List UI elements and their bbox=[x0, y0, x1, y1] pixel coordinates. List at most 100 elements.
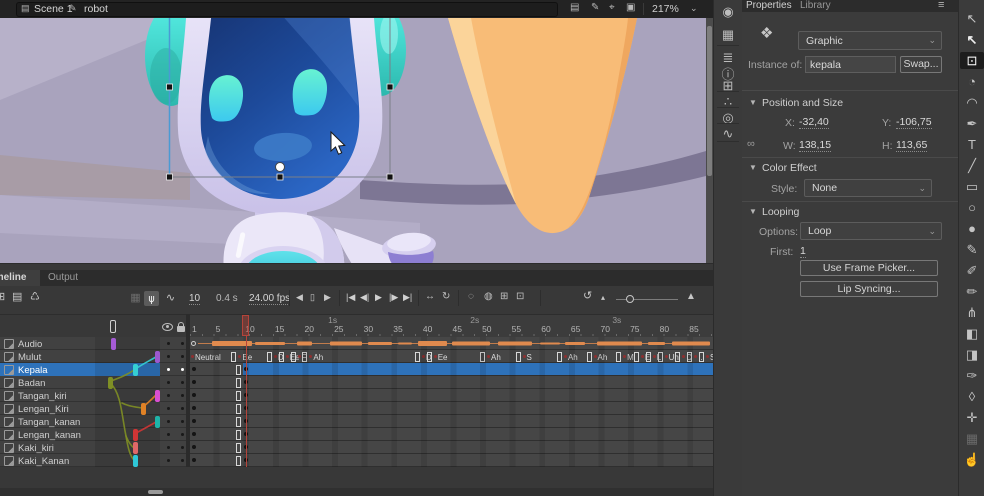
layer-lock-dot[interactable] bbox=[181, 342, 184, 345]
motion-editor-panel-icon[interactable]: ∿ bbox=[714, 126, 742, 142]
subselection-tool[interactable]: ↖ bbox=[960, 31, 984, 48]
layer-lock-dot[interactable] bbox=[181, 394, 184, 397]
looping-header[interactable]: Looping bbox=[762, 206, 799, 218]
tab-properties[interactable]: Properties bbox=[746, 1, 792, 11]
tab-library[interactable]: Library bbox=[800, 1, 831, 11]
asset-warp-tool[interactable]: ✛ bbox=[960, 409, 984, 426]
lip-syncing-button[interactable]: Lip Syncing... bbox=[800, 281, 938, 297]
color-panel-icon[interactable]: ◉ bbox=[714, 4, 742, 20]
panel-menu-icon[interactable]: ≡ bbox=[938, 0, 944, 11]
delete-layer-button[interactable]: ♺ bbox=[30, 292, 40, 303]
onion-skin-button[interactable]: ◌ bbox=[468, 292, 474, 302]
frame-row[interactable] bbox=[190, 363, 713, 376]
hand-tool[interactable]: ☝ bbox=[960, 451, 984, 468]
layer-name[interactable]: Lengan_kanan bbox=[18, 430, 81, 441]
frame-row[interactable] bbox=[190, 376, 713, 389]
loop-range-right-button[interactable]: ▶ bbox=[324, 293, 331, 302]
center-stage-button[interactable]: ⌖ bbox=[609, 3, 615, 13]
position-size-header[interactable]: Position and Size bbox=[762, 97, 843, 109]
layer-visibility-dot[interactable] bbox=[167, 433, 170, 436]
ink-bottle-tool[interactable]: ◨ bbox=[960, 346, 984, 363]
collapse-arrow-icon[interactable]: ▼ bbox=[749, 99, 757, 107]
loop-range-button[interactable]: ▯ bbox=[310, 293, 315, 302]
gradient-transform-tool[interactable]: ◔ bbox=[960, 73, 984, 90]
free-transform-tool[interactable]: ⊡ bbox=[960, 52, 984, 69]
color-effect-header[interactable]: Color Effect bbox=[762, 162, 817, 174]
layer-name[interactable]: Kepala bbox=[18, 365, 48, 376]
motion-editor-button[interactable]: ∿ bbox=[163, 291, 178, 306]
layer-name[interactable]: Audio bbox=[18, 339, 42, 350]
frame-row[interactable]: NeutralEeDEeFAhDEeAhSAhAhMELUhD..S bbox=[190, 350, 713, 363]
timeline-zoom-slider-knob[interactable] bbox=[626, 295, 634, 303]
layer-name[interactable]: Mulut bbox=[18, 352, 41, 363]
collapse-arrow-icon[interactable]: ▼ bbox=[749, 208, 757, 216]
lasso-tool[interactable]: ◠ bbox=[960, 94, 984, 111]
frame-row[interactable] bbox=[190, 441, 713, 454]
loop-playback-button[interactable]: ↻ bbox=[442, 292, 450, 302]
line-tool[interactable]: ╱ bbox=[960, 157, 984, 174]
layer-name[interactable]: Kaki_kiri bbox=[18, 443, 54, 454]
go-to-last-frame-button[interactable]: ▶| bbox=[403, 293, 412, 302]
playhead-marker[interactable] bbox=[242, 315, 249, 336]
step-forward-button[interactable]: |▶ bbox=[389, 293, 398, 302]
layer-visibility-dot[interactable] bbox=[167, 342, 170, 345]
frame-rate-value[interactable]: 24.00 fps bbox=[249, 294, 290, 305]
layer-name[interactable]: Kaki_Kanan bbox=[18, 456, 69, 467]
layer-visibility-dot[interactable] bbox=[167, 368, 170, 371]
new-folder-button[interactable]: ▤ bbox=[12, 292, 22, 303]
selected-frame-span[interactable] bbox=[243, 363, 713, 375]
link-width-height-icon[interactable]: ∞ bbox=[747, 139, 755, 150]
timeline-zoom-in-button[interactable]: ▲ bbox=[686, 292, 696, 302]
clip-content-button[interactable]: ▣ bbox=[626, 3, 635, 13]
layer-lock-dot[interactable] bbox=[181, 381, 184, 384]
x-value[interactable]: -32,40 bbox=[799, 117, 829, 129]
style-dropdown[interactable]: None ⌄ bbox=[804, 179, 932, 197]
layer-name[interactable]: Lengan_Kiri bbox=[18, 404, 69, 415]
first-frame-value[interactable]: 1 bbox=[800, 246, 806, 258]
go-to-first-frame-button[interactable]: |◀ bbox=[346, 293, 355, 302]
playhead-line[interactable] bbox=[246, 336, 248, 467]
collapse-arrow-icon[interactable]: ▼ bbox=[749, 164, 757, 172]
fluid-brush-tool[interactable]: ✏ bbox=[960, 283, 984, 300]
h-value[interactable]: 113,65 bbox=[896, 140, 927, 152]
play-button[interactable]: ▶ bbox=[375, 293, 382, 302]
zoom-level-chevron-icon[interactable]: ⌄ bbox=[690, 4, 698, 13]
rectangle-tool[interactable]: ▭ bbox=[960, 178, 984, 195]
eraser-tool[interactable]: ◊ bbox=[960, 388, 984, 405]
layer-lock-dot[interactable] bbox=[181, 446, 184, 449]
frame-row[interactable] bbox=[190, 337, 713, 350]
current-frame-value[interactable]: 10 bbox=[189, 294, 200, 305]
frame-row[interactable] bbox=[190, 415, 713, 428]
add-camera-button[interactable]: ▦ bbox=[128, 291, 143, 306]
primitive-oval-tool[interactable]: ● bbox=[960, 220, 984, 237]
classic-brush-tool[interactable]: ✐ bbox=[960, 262, 984, 279]
frame-row[interactable] bbox=[190, 402, 713, 415]
show-hide-all-icon[interactable] bbox=[162, 323, 173, 331]
camera-tool[interactable]: ▦ bbox=[960, 430, 984, 447]
timeline-horizontal-scrollbar-thumb[interactable] bbox=[148, 490, 163, 494]
oval-tool[interactable]: ○ bbox=[960, 199, 984, 216]
timeline-zoom-out-button[interactable]: ▴ bbox=[601, 294, 605, 302]
bone-tool[interactable]: ⋔ bbox=[960, 304, 984, 321]
layer-visibility-dot[interactable] bbox=[167, 381, 170, 384]
edit-symbols-button[interactable]: ✎ bbox=[591, 3, 599, 13]
layer-lock-dot[interactable] bbox=[181, 433, 184, 436]
modify-markers-button[interactable]: ⊡ bbox=[516, 292, 524, 302]
tab-timeline[interactable]: Timeline bbox=[0, 270, 40, 286]
layer-lock-dot[interactable] bbox=[181, 407, 184, 410]
reset-timeline-zoom-button[interactable]: ↺ bbox=[583, 291, 592, 302]
y-value[interactable]: -106,75 bbox=[896, 117, 932, 129]
layer-lock-dot[interactable] bbox=[181, 355, 184, 358]
timeline-rows[interactable]: NeutralEeDEeFAhDEeAhSAhAhMELUhD..S bbox=[190, 337, 713, 467]
onion-skin-outlines-button[interactable]: ◍ bbox=[484, 292, 493, 302]
pen-tool[interactable]: ✒ bbox=[960, 115, 984, 132]
paint-bucket-tool[interactable]: ◧ bbox=[960, 325, 984, 342]
layer-visibility-dot[interactable] bbox=[167, 420, 170, 423]
instance-name-field[interactable]: kepala bbox=[805, 56, 896, 73]
frame-row[interactable] bbox=[190, 389, 713, 402]
layer-name[interactable]: Tangan_kanan bbox=[18, 417, 80, 428]
lock-all-icon[interactable] bbox=[177, 326, 185, 332]
canvas-vertical-scrollbar-thumb[interactable] bbox=[707, 26, 712, 176]
layer-name[interactable]: Badan bbox=[18, 378, 45, 389]
step-back-button[interactable]: ◀| bbox=[360, 293, 369, 302]
